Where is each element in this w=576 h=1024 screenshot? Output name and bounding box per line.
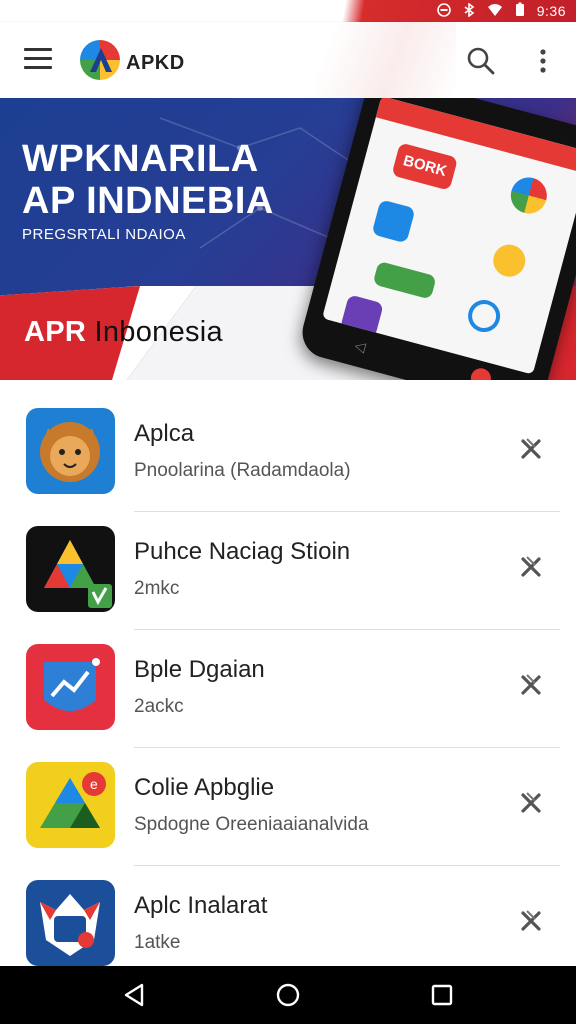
banner-subtitle: PREGSRTALI NDAIOA (22, 226, 186, 243)
menu-button[interactable] (24, 48, 52, 72)
remove-app-button[interactable] (516, 434, 546, 464)
more-vert-icon (540, 49, 546, 73)
close-icon (521, 438, 541, 459)
app-subtitle: 2mkc (134, 578, 180, 599)
back-button[interactable] (122, 982, 148, 1008)
app-bar: APKD (0, 22, 576, 98)
phone-circle-icon (464, 296, 504, 336)
dnd-icon (436, 2, 451, 20)
list-item[interactable]: Puhce Naciag Stioin 2mkc (0, 512, 576, 630)
status-bar: 9:36 (0, 0, 576, 22)
banner-title: WPKNARILA AP INDNEBIA (22, 138, 274, 222)
banner-title-line1: WPKNARILA (22, 138, 259, 180)
app-name: Bple Dgaian (134, 656, 265, 683)
list-item[interactable]: Bple Dgaian 2ackc (0, 630, 576, 748)
banner-caption-text: Inbonesia (94, 316, 223, 348)
list-item[interactable]: Aplca Pnoolarina (Radamdaola) (0, 394, 576, 512)
app-name: Aplca (134, 420, 195, 447)
more-options-button[interactable] (532, 46, 554, 76)
phone-app-badge: BORK (391, 142, 459, 191)
app-subtitle: Spdogne Oreeniaaianalvida (134, 814, 369, 835)
system-nav-bar (0, 966, 576, 1024)
banner-logo-pr: PR (45, 316, 87, 348)
back-icon (124, 983, 144, 1007)
svg-text:e: e (90, 776, 98, 792)
recents-button[interactable] (430, 983, 454, 1007)
app-bar-decoration (236, 22, 456, 98)
remove-app-button[interactable] (516, 906, 546, 936)
bluetooth-icon (463, 1, 475, 20)
list-item[interactable]: e Colie Apbglie Spdogne Oreeniaaianalvid… (0, 748, 576, 866)
phone-google-icon (506, 173, 551, 218)
wifi-icon (487, 3, 503, 20)
banner-caption: APR Inbonesia (24, 316, 223, 349)
chart-shield-icon (26, 644, 115, 730)
app-subtitle: Pnoolarina (Radamdaola) (134, 460, 351, 481)
phone-green-badge (372, 260, 437, 300)
brand-name: APKD (126, 52, 185, 74)
app-list: Aplca Pnoolarina (Radamdaola) Puhce Naci… (0, 394, 576, 966)
banner-title-line2: AP INDNEBIA (22, 180, 274, 222)
app-name: Aplc Inalarat (134, 892, 268, 919)
close-icon (521, 910, 541, 931)
app-subtitle: 1atke (134, 932, 181, 953)
status-time: 9:36 (536, 3, 566, 19)
phone-home-icon (468, 366, 494, 380)
phone-back-icon: ◁ (353, 336, 368, 355)
remove-app-button[interactable] (516, 788, 546, 818)
search-icon (467, 47, 495, 75)
logo-letter-icon (88, 46, 114, 81)
battery-icon (515, 2, 525, 20)
home-button[interactable] (275, 982, 301, 1008)
banner-logo-a: A (24, 316, 46, 348)
app-name: Puhce Naciag Stioin (134, 538, 351, 565)
close-icon (521, 556, 541, 577)
menu-icon (24, 48, 52, 51)
close-icon (521, 792, 541, 813)
close-icon (521, 674, 541, 695)
remove-app-button[interactable] (516, 552, 546, 582)
play-triangle-icon (26, 526, 115, 612)
phone-sun-icon (489, 241, 529, 281)
search-button[interactable] (466, 46, 496, 76)
status-icons: 9:36 (436, 1, 566, 20)
emblem-icon (26, 880, 115, 966)
lion-icon (26, 408, 115, 494)
app-logo (80, 40, 120, 80)
promo-banner[interactable]: WPKNARILA AP INDNEBIA PREGSRTALI NDAIOA … (0, 98, 576, 380)
phone-app-icon (371, 199, 416, 244)
app-subtitle: 2ackc (134, 696, 184, 717)
triangle-badge-icon: e (26, 762, 115, 848)
home-icon (276, 983, 300, 1007)
recents-icon (431, 984, 453, 1006)
app-name: Colie Apbglie (134, 774, 275, 801)
remove-app-button[interactable] (516, 670, 546, 700)
